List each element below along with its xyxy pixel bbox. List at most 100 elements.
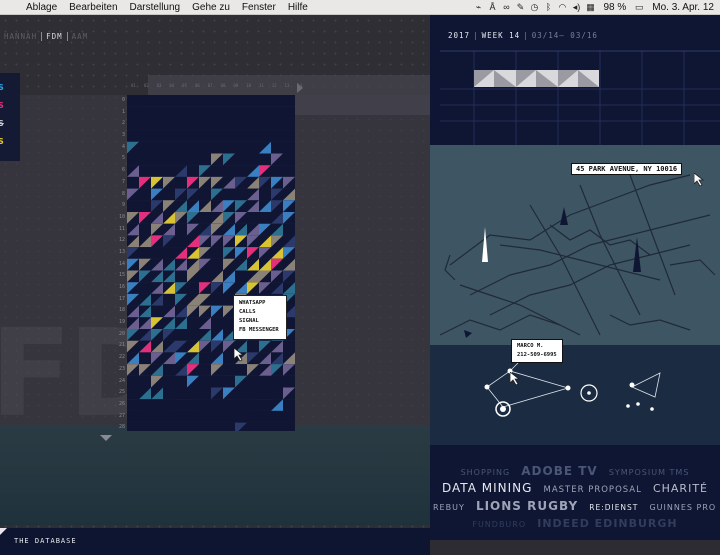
tag[interactable]: FUNDBURO: [472, 520, 526, 529]
grid-cell: [139, 422, 151, 431]
grid-cell: [259, 130, 271, 142]
legend-mark-yellow: S: [0, 137, 4, 146]
battery-icon[interactable]: ▭: [633, 2, 645, 13]
tag[interactable]: LIONS RUGBY: [476, 499, 578, 513]
grid-column-label: 03: [156, 83, 162, 88]
grid-cell: [211, 165, 223, 177]
header-separator: |: [523, 31, 529, 40]
grid-cell: [247, 340, 259, 353]
grid-cell: [199, 399, 211, 411]
tag[interactable]: MASTER PROPOSAL: [544, 485, 642, 495]
nav-item-aam[interactable]: AAM: [68, 32, 93, 41]
grid-cell: [187, 153, 199, 166]
grid-column-label: 05: [182, 83, 187, 88]
wifi-icon[interactable]: ◠: [556, 2, 568, 13]
grid-column-label: 08: [220, 83, 226, 88]
menu-bearbeiten[interactable]: Bearbeiten: [63, 2, 123, 13]
grid-cell: [163, 130, 175, 142]
volume-icon[interactable]: ◂): [570, 2, 582, 13]
grid-cell: [211, 141, 223, 154]
grid-cell: [283, 340, 295, 353]
grid-row-label: 14: [118, 260, 125, 267]
grid-cell: [283, 141, 295, 154]
clock[interactable]: Mo. 3. Apr. 12: [646, 2, 720, 13]
grid-cell: [175, 422, 187, 431]
contact-card: MARCO M. 212-509-6995: [511, 339, 563, 363]
adobe-cc-icon[interactable]: ∞: [500, 2, 512, 12]
bluetooth-icon[interactable]: ᛒ: [542, 2, 554, 12]
menu-fenster[interactable]: Fenster: [236, 2, 282, 13]
tag[interactable]: GUINNES PRO 12: [649, 503, 720, 512]
grid-cell: [139, 106, 151, 119]
tag[interactable]: RE:DIENST: [589, 503, 638, 512]
grid-cell: [139, 399, 151, 411]
grid-cell: [139, 153, 151, 166]
cursor-arrow-icon: [510, 372, 520, 386]
grid-cell: [247, 410, 259, 423]
menu-darstellung[interactable]: Darstellung: [124, 2, 187, 13]
grid-cell: [199, 270, 211, 283]
grid-cell: [223, 399, 235, 411]
grid-row-label: 10: [118, 213, 125, 220]
tag[interactable]: INDEED EDINBURGH: [537, 517, 677, 530]
tool-icon[interactable]: ✎: [514, 2, 526, 13]
grid-cell: [211, 247, 223, 259]
calendar-icon[interactable]: ▦: [584, 2, 596, 13]
contact-network[interactable]: [430, 345, 720, 445]
menu-ablage[interactable]: Ablage: [20, 2, 63, 13]
week-header: 2017 | WEEK 14 | 03/14– 03/16: [448, 31, 598, 40]
grid-cell: [187, 282, 199, 294]
time-machine-icon[interactable]: ◷: [528, 2, 540, 13]
header-separator: |: [473, 31, 479, 40]
tag[interactable]: SHOPPING: [461, 468, 511, 477]
grid-cell: [271, 375, 283, 388]
contact-phone: 212-509-6995: [517, 352, 557, 358]
tag[interactable]: DATA MINING: [442, 481, 532, 495]
tag[interactable]: CHARITÉ: [653, 482, 708, 495]
grid-cell: [163, 375, 175, 388]
grid-cell: [247, 95, 259, 107]
nav-item-hannah[interactable]: HANNAH: [0, 32, 41, 41]
grid-cell: [259, 106, 271, 119]
grid-cell: [127, 399, 139, 411]
grid-row-label: 6: [121, 167, 125, 174]
grid-cell: [283, 223, 295, 236]
grid-cell: [175, 329, 187, 341]
grid-cell: [199, 387, 211, 400]
menu-hilfe[interactable]: Hilfe: [282, 2, 314, 13]
grid-cell: [235, 399, 247, 411]
grid-row-label: 12: [118, 237, 125, 244]
tag[interactable]: ADOBE TV: [521, 464, 597, 478]
location-map[interactable]: [430, 145, 720, 345]
grid-cell: [127, 118, 139, 131]
grid-cell: [223, 130, 235, 142]
grid-cell: [235, 387, 247, 400]
grid-cell: [163, 165, 175, 177]
grid-cell: [211, 317, 223, 329]
battery-percent[interactable]: 98 %: [597, 2, 632, 13]
grid-cell: [247, 399, 259, 411]
signal-icon[interactable]: ⌁: [472, 2, 484, 13]
scroll-right-arrow-icon[interactable]: [297, 83, 305, 93]
scroll-down-arrow-icon[interactable]: [100, 435, 112, 442]
tag[interactable]: SYMPOSIUM TMS: [609, 468, 690, 477]
grid-cell: [139, 118, 151, 131]
grid-cell: [163, 153, 175, 166]
grid-cell: [127, 153, 139, 166]
grid-cell: [163, 364, 175, 376]
nav-item-fdm[interactable]: FDM: [41, 32, 68, 41]
grid-row-label: 18: [118, 307, 125, 314]
grid-row-label: 1: [121, 108, 125, 115]
triangle-heatmap[interactable]: [127, 95, 295, 431]
address-label: 45 PARK AVENUE, NY 10016: [571, 163, 683, 175]
adobe-icon[interactable]: Å: [486, 2, 498, 12]
grid-cell: [163, 118, 175, 131]
week-calendar-grid[interactable]: [430, 45, 720, 145]
tooltip-line: SIGNAL: [239, 318, 259, 324]
tag[interactable]: REBUY: [433, 503, 465, 512]
grid-row-label: 9: [121, 202, 125, 209]
grid-cell: [259, 188, 271, 201]
grid-cell: [151, 410, 163, 423]
menu-gehe-zu[interactable]: Gehe zu: [186, 2, 236, 13]
grid-cell: [211, 399, 223, 411]
